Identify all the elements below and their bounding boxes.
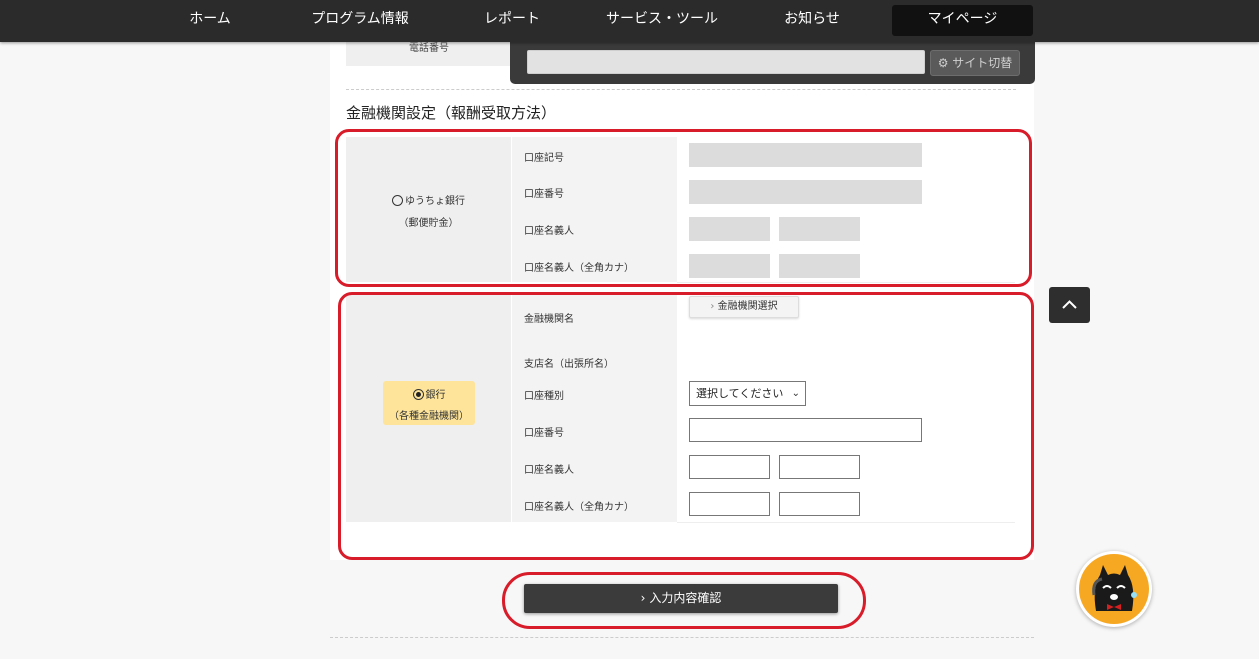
site-switch-panel: ⚙ サイト切替: [510, 42, 1035, 84]
bank-label-branch: 支店名（出張所名）: [512, 349, 677, 376]
bank-radio[interactable]: 銀行: [383, 386, 475, 401]
divider: [346, 89, 1016, 90]
yucho-option-sub: （郵便貯金）: [398, 218, 459, 229]
yucho-kana-first-field[interactable]: [779, 254, 860, 278]
chevron-right-icon: ›: [710, 301, 715, 312]
bank-option-label: 銀行: [425, 390, 446, 401]
site-switch-button[interactable]: ⚙ サイト切替: [930, 50, 1020, 76]
cat-mascot-icon: [1079, 554, 1149, 624]
bank-option-sub: （各種金融機関）: [389, 411, 469, 422]
institution-select-button[interactable]: › 金融機関選択: [689, 296, 799, 318]
mascot-chat-avatar[interactable]: [1076, 551, 1152, 627]
yucho-option-cell: [346, 137, 511, 282]
yucho-label-account-symbol: 口座記号: [512, 137, 677, 174]
chevron-down-icon: ⌄: [791, 388, 800, 399]
nav-home[interactable]: ホーム: [170, 5, 250, 36]
account-type-select[interactable]: 選択してください ⌄: [689, 381, 806, 406]
radio-unchecked-icon: [392, 195, 403, 206]
yucho-holder-last-field[interactable]: [689, 217, 770, 241]
bank-kana-first-input[interactable]: [779, 492, 860, 516]
bank-value-row: [677, 349, 1015, 376]
footer-divider: [330, 637, 1034, 638]
bank-account-number-input[interactable]: [689, 418, 922, 442]
bank-label-institution: 金融機関名: [512, 294, 677, 350]
yucho-radio[interactable]: ゆうちょ銀行: [346, 192, 511, 207]
yucho-account-number-field[interactable]: [689, 180, 922, 204]
bank-label-account-number: 口座番号: [512, 412, 677, 450]
yucho-label-account-number: 口座番号: [512, 173, 677, 211]
site-switch-label: サイト切替: [952, 56, 1013, 70]
yucho-kana-last-field[interactable]: [689, 254, 770, 278]
nav-reports[interactable]: レポート: [470, 5, 554, 36]
yucho-label-account-holder: 口座名義人: [512, 210, 677, 248]
bank-label-account-type: 口座種別: [512, 375, 677, 413]
nav-services-tools[interactable]: サービス・ツール: [598, 5, 726, 36]
gear-icon: ⚙: [937, 56, 949, 70]
bank-holder-first-input[interactable]: [779, 455, 860, 479]
bank-kana-last-input[interactable]: [689, 492, 770, 516]
radio-checked-icon: [412, 389, 424, 400]
institution-select-label: 金融機関選択: [717, 301, 778, 312]
account-type-value: 選択してください: [696, 387, 784, 400]
yucho-account-symbol-field[interactable]: [689, 143, 922, 167]
chevron-right-icon: ›: [640, 591, 646, 605]
yucho-option-label: ゆうちょ銀行: [405, 196, 465, 207]
scroll-top-button[interactable]: [1049, 287, 1090, 323]
yucho-label-account-holder-kana: 口座名義人（全角カナ）: [512, 247, 677, 283]
yucho-holder-first-field[interactable]: [779, 217, 860, 241]
nav-mypage[interactable]: マイページ: [892, 5, 1033, 36]
chevron-up-icon: [1062, 300, 1077, 309]
section-title: 金融機関設定（報酬受取方法）: [346, 104, 557, 122]
bank-label-account-holder: 口座名義人: [512, 449, 677, 487]
nav-programs[interactable]: プログラム情報: [300, 5, 420, 36]
confirm-button[interactable]: › 入力内容確認: [524, 584, 838, 613]
site-select-input[interactable]: [527, 50, 925, 74]
bank-label-account-holder-kana: 口座名義人（全角カナ）: [512, 486, 677, 523]
bank-holder-last-input[interactable]: [689, 455, 770, 479]
nav-news[interactable]: お知らせ: [770, 5, 854, 36]
confirm-label: 入力内容確認: [649, 591, 722, 605]
top-nav: ホーム プログラム情報 レポート サービス・ツール お知らせ マイページ: [0, 0, 1259, 42]
